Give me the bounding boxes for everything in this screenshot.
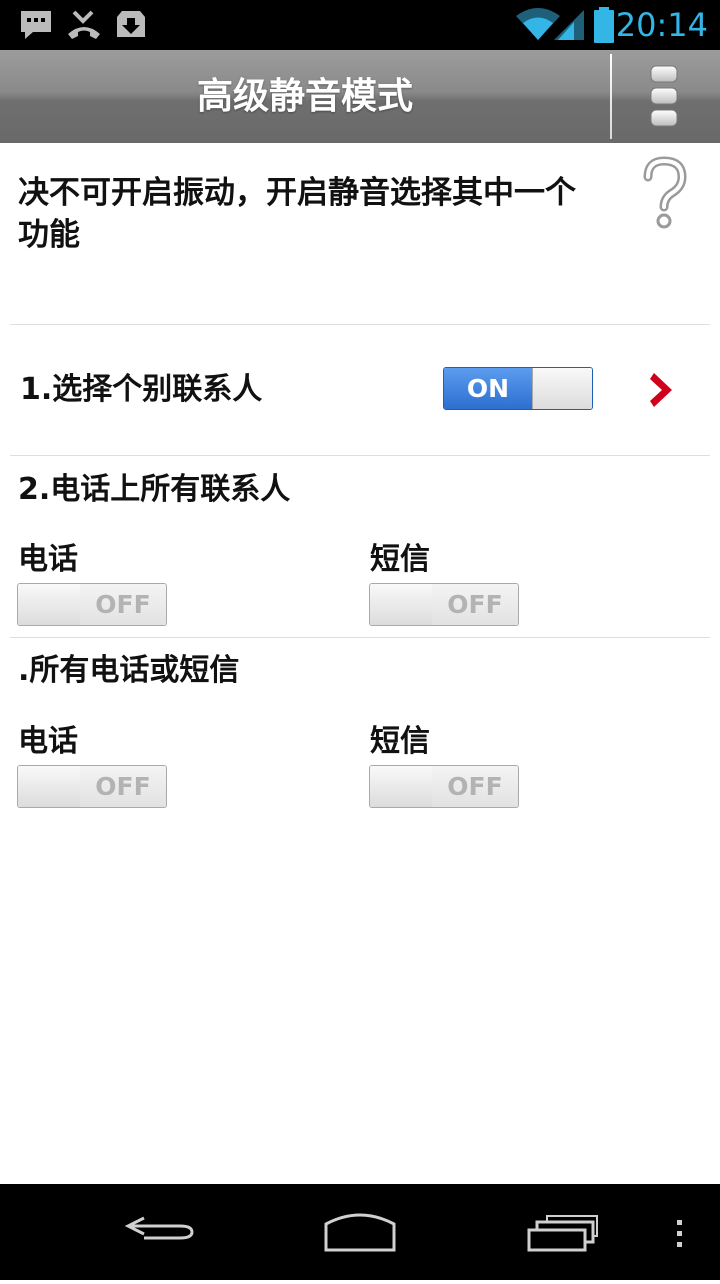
signal-icon [552,8,586,46]
back-button[interactable] [110,1184,210,1280]
overflow-menu-button[interactable] [612,50,720,143]
toggle-state-label: OFF [80,584,166,625]
section-3-title: .所有电话或短信 [18,653,240,688]
message-icon [18,8,54,46]
status-bar: 20:14 [0,0,720,50]
missed-call-icon [66,8,102,46]
sms-label: 短信 [370,542,430,577]
toggle-state-label: OFF [80,766,166,807]
toggle-knob [370,766,433,807]
section-2-title: 2.电话上所有联系人 [18,472,291,507]
divider [10,324,710,325]
home-icon [324,1213,396,1252]
home-button[interactable] [310,1184,410,1280]
status-time: 20:14 [615,6,708,44]
page-title: 高级静音模式 [196,76,413,117]
recent-apps-icon [527,1215,598,1252]
phone-label: 电话 [18,542,78,577]
question-mark-icon[interactable] [636,155,692,235]
toggle-state-label: OFF [432,766,518,807]
sms-label: 短信 [370,724,430,759]
select-contacts-toggle[interactable]: ON [443,367,593,410]
divider [10,637,710,638]
action-bar: 高级静音模式 [0,50,720,143]
all-contacts-sms-toggle[interactable]: OFF [369,583,519,626]
menu-button[interactable] [660,1184,700,1280]
toggle-knob [370,584,433,625]
battery-icon [592,6,616,48]
navigation-bar [0,1184,720,1280]
menu-dots-icon [677,1220,682,1247]
toggle-knob [18,766,81,807]
overflow-menu-icon [650,65,678,127]
toggle-state-label: OFF [432,584,518,625]
all-calls-phone-toggle[interactable]: OFF [17,765,167,808]
download-icon [114,8,148,46]
description-text: 决不可开启振动，开启静音选择其中一个功能 [18,175,576,253]
all-calls-sms-toggle[interactable]: OFF [369,765,519,808]
toggle-knob [18,584,81,625]
back-icon [124,1216,194,1240]
divider [10,455,710,456]
toggle-state-label: ON [444,368,532,409]
toggle-knob [532,368,592,409]
all-contacts-phone-toggle[interactable]: OFF [17,583,167,626]
phone-label: 电话 [18,724,78,759]
chevron-right-icon[interactable] [648,370,680,414]
recent-apps-button[interactable] [515,1184,615,1280]
select-contacts-label: 1.选择个别联系人 [20,372,263,407]
